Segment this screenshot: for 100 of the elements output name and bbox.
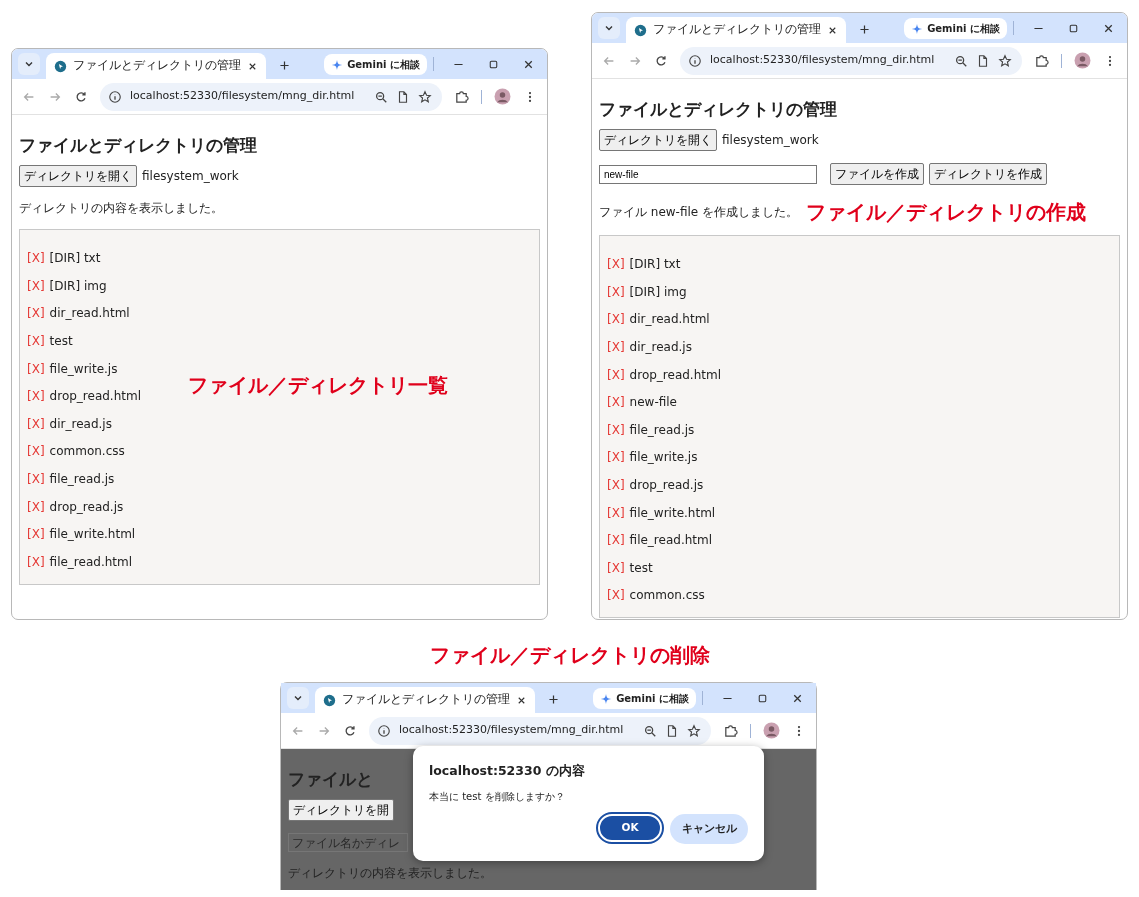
maximize-icon[interactable] [487,58,500,71]
zoom-icon[interactable] [954,53,968,68]
avatar-icon[interactable] [494,88,511,105]
delete-link[interactable]: [X] [607,282,625,301]
delete-link[interactable]: [X] [607,393,625,412]
new-tab-icon[interactable] [278,59,291,72]
entry-name: [DIR] img [49,277,107,295]
tab-search-button[interactable] [598,17,620,39]
delete-link[interactable]: [X] [607,420,625,439]
delete-link[interactable]: [X] [27,249,45,268]
close-icon[interactable] [791,692,804,705]
delete-link[interactable]: [X] [607,475,625,494]
bookmark-star-icon[interactable] [687,723,701,738]
entry-name: dir_read.html [49,305,130,323]
delete-link[interactable]: [X] [607,255,625,274]
maximize-icon[interactable] [756,692,769,705]
ok-button[interactable]: OK [598,813,662,842]
address-bar[interactable]: localhost:52330/filesystem/mng_dir.html [369,716,711,745]
gemini-button[interactable]: Gemini に相談 [904,18,1007,39]
gemini-button[interactable]: Gemini に相談 [324,54,427,75]
name-field[interactable]: new-file [599,164,817,184]
delete-link[interactable]: [X] [607,558,625,577]
tab-search-button[interactable] [287,687,309,709]
browser-tab[interactable]: ファイルとディレクトリの管理 [315,687,535,713]
folder-name: filesystem_work [722,132,819,150]
delete-link[interactable]: [X] [27,276,45,295]
reload-icon[interactable] [74,89,88,104]
create-directory-button[interactable]: ディレクトリを作成 [929,163,1047,186]
delete-link[interactable]: [X] [27,552,45,571]
entry-name: test [49,332,73,350]
delete-link[interactable]: [X] [27,442,45,461]
reload-icon[interactable] [343,723,357,738]
delete-link[interactable]: [X] [27,469,45,488]
folder-name: filesystem_work [142,168,239,186]
address-bar[interactable]: localhost:52330/filesystem/mng_dir.html [100,82,442,111]
entry-name: common.css [629,587,705,605]
extensions-icon[interactable] [723,723,738,738]
delete-link[interactable]: [X] [607,310,625,329]
zoom-icon[interactable] [643,723,657,738]
page-heading: ファイルと [288,769,373,790]
bookmark-star-icon[interactable] [998,53,1012,68]
status-message: ファイル new-file を作成しました。 [599,204,799,222]
address-bar[interactable]: localhost:52330/filesystem/mng_dir.html [680,46,1022,75]
page-icon[interactable] [665,723,679,738]
caption: ファイル／ディレクトリの削除 [428,642,711,669]
gemini-button[interactable]: Gemini に相談 [593,688,696,709]
extensions-icon[interactable] [1034,53,1049,68]
zoom-icon[interactable] [374,89,388,104]
new-tab-icon[interactable] [547,693,560,706]
delete-link[interactable]: [X] [607,586,625,605]
close-icon[interactable] [522,58,535,71]
entry-name: file_write.html [49,526,136,544]
delete-link[interactable]: [X] [27,387,45,406]
page-icon[interactable] [976,53,990,68]
entry-name: [DIR] img [629,283,687,301]
entry-name: file_write.html [629,504,716,522]
open-directory-button[interactable]: ディレクトリを開 [288,799,394,822]
browser-tab[interactable]: ファイルとディレクトリの管理 [626,17,846,43]
entry-name: drop_read.html [629,366,721,384]
page-heading: ファイルとディレクトリの管理 [19,135,258,156]
delete-link[interactable]: [X] [607,448,625,467]
extensions-icon[interactable] [454,89,469,104]
delete-link[interactable]: [X] [27,497,45,516]
avatar-icon[interactable] [763,722,780,739]
avatar-icon[interactable] [1074,52,1091,69]
delete-link[interactable]: [X] [607,531,625,550]
delete-link[interactable]: [X] [27,414,45,433]
browser-tab[interactable]: ファイルとディレクトリの管理 [46,53,266,79]
delete-link[interactable]: [X] [607,337,625,356]
dialog-message: 本当に test を削除しますか？ [429,789,566,804]
entry-name: file_write.js [629,449,698,467]
bookmark-star-icon[interactable] [418,89,432,104]
page-icon[interactable] [396,89,410,104]
info-icon[interactable] [377,723,391,738]
entry-name: [DIR] txt [49,250,101,268]
annotation: ファイル／ディレクトリの作成 [806,199,1087,227]
create-file-button[interactable]: ファイルを作成 [830,163,924,186]
maximize-icon[interactable] [1067,22,1080,35]
delete-link[interactable]: [X] [27,359,45,378]
favicon-icon [54,59,67,73]
delete-link[interactable]: [X] [607,503,625,522]
delete-link[interactable]: [X] [27,304,45,323]
delete-link[interactable]: [X] [27,525,45,544]
tab-title: ファイルとディレクトリの管理 [73,57,241,75]
reload-icon[interactable] [654,53,668,68]
delete-link[interactable]: [X] [607,365,625,384]
page-heading: ファイルとディレクトリの管理 [599,99,838,120]
tab-search-button[interactable] [18,53,40,75]
open-directory-button[interactable]: ディレクトリを開く [599,129,717,152]
delete-link[interactable]: [X] [27,331,45,350]
close-icon[interactable] [1102,22,1115,35]
tab-title: ファイルとディレクトリの管理 [653,21,821,39]
open-directory-button[interactable]: ディレクトリを開く [19,165,137,188]
entry-name: [DIR] txt [629,256,681,274]
info-icon[interactable] [688,53,702,68]
info-icon[interactable] [108,89,122,104]
entry-name: drop_read.js [629,476,704,494]
cancel-button[interactable]: キャンセル [670,813,748,844]
entry-name: new-file [629,394,677,412]
new-tab-icon[interactable] [858,23,871,36]
